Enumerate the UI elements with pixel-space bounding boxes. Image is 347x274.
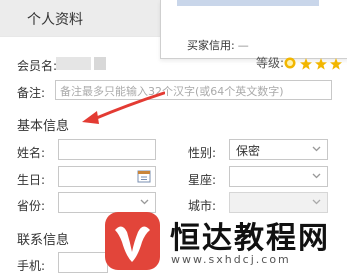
birthday-input[interactable] [58, 166, 156, 187]
phone-input[interactable] [58, 252, 108, 273]
gender-label: 性别: [188, 146, 217, 160]
whale-tail-icon [115, 226, 150, 262]
chevron-down-icon [140, 199, 149, 205]
name-input[interactable] [58, 139, 156, 160]
province-label: 省份: [17, 199, 46, 213]
member-name-mask [94, 57, 106, 70]
red-arrow-annotation [82, 91, 165, 124]
basic-info-title: 基本信息 [17, 119, 70, 134]
gender-select[interactable]: 保密 [229, 139, 328, 160]
zodiac-label: 星座: [188, 173, 217, 187]
watermark-url: www.sxhdcj.com [171, 253, 291, 266]
birthday-label: 生日: [17, 173, 46, 187]
watermark-logo: 恒达教程网 www.sxhdcj.com [105, 209, 347, 274]
level-medal-icon [284, 57, 296, 69]
logo-badge [105, 212, 160, 270]
contact-info-title: 联系信息 [17, 233, 70, 248]
gender-select-value: 保密 [236, 144, 261, 158]
buyer-credit: 买家信用: — [187, 37, 249, 53]
member-name-label: 会员名: [17, 59, 58, 73]
name-label: 姓名: [17, 146, 46, 160]
level-label: 等级: [256, 56, 285, 70]
level-star-icon [315, 58, 327, 70]
remark-label: 备注: [17, 86, 46, 100]
buyer-credit-label: 买家信用: [187, 39, 235, 52]
zodiac-select[interactable] [229, 166, 328, 187]
tab-label: 个人资料 [27, 12, 83, 28]
tab-personal-info[interactable]: 个人资料 [0, 0, 163, 36]
phone-label: 手机: [17, 259, 46, 273]
calendar-icon[interactable] [137, 169, 151, 183]
chevron-down-icon [312, 146, 321, 152]
popup-image-strip [177, 0, 319, 6]
level-star-icon [330, 58, 342, 70]
chevron-down-icon [312, 173, 321, 179]
chevron-down-icon [312, 199, 321, 205]
credit-popup: 买家信用: — [160, 0, 347, 59]
level-star-icon [300, 58, 312, 70]
member-name-value [56, 57, 91, 70]
watermark-site-name: 恒达教程网 [170, 221, 330, 256]
buyer-credit-value: — [237, 39, 249, 52]
